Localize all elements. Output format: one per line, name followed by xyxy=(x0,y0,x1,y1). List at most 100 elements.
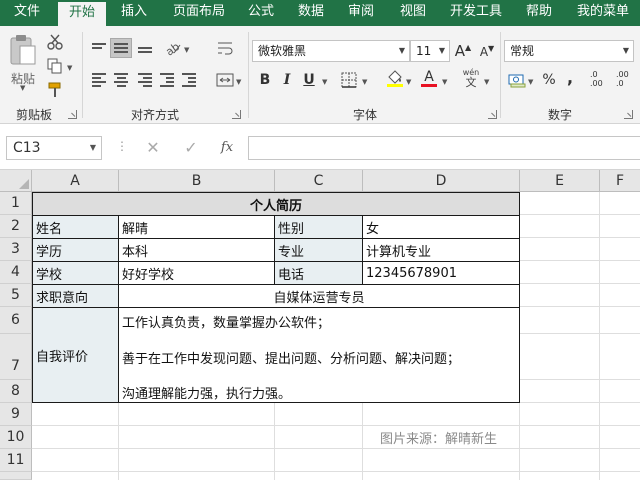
font-name-dropdown[interactable]: 微软雅黑 ▼ xyxy=(252,40,410,62)
select-all-corner[interactable] xyxy=(0,170,32,192)
chevron-down-icon[interactable]: ▼ xyxy=(184,46,189,54)
font-launcher-icon[interactable] xyxy=(488,110,497,119)
underline-button[interactable]: U xyxy=(302,72,316,88)
alignment-launcher-icon[interactable] xyxy=(232,110,241,119)
font-size-value: 11 xyxy=(416,44,432,58)
phonetic-guide-icon[interactable]: wén 文 xyxy=(460,68,482,88)
chevron-down-icon[interactable]: ▼ xyxy=(406,78,411,86)
chevron-down-icon[interactable]: ▼ xyxy=(484,78,489,86)
cell-a6-merged[interactable]: 自我评价 xyxy=(33,308,119,403)
cell-title[interactable]: 个人简历 xyxy=(33,193,520,216)
tab-page-layout[interactable]: 页面布局 xyxy=(164,0,234,26)
percent-style-button[interactable]: % xyxy=(540,72,558,88)
cell-b5-merged[interactable]: 自媒体运营专员 xyxy=(119,285,520,308)
row-header-5[interactable]: 5 xyxy=(0,284,32,307)
comma-style-button[interactable]: , xyxy=(564,68,576,87)
accounting-format-icon[interactable] xyxy=(506,70,528,90)
chevron-down-icon[interactable]: ▼ xyxy=(236,78,241,86)
chevron-down-icon[interactable]: ▼ xyxy=(67,64,72,72)
tab-review[interactable]: 审阅 xyxy=(338,0,384,26)
cut-icon[interactable] xyxy=(44,32,66,52)
row-header-4[interactable]: 4 xyxy=(0,261,32,284)
tab-developer[interactable]: 开发工具 xyxy=(440,0,512,26)
format-painter-icon[interactable] xyxy=(44,80,66,100)
gridline xyxy=(32,425,640,426)
row-header-8[interactable]: 8 xyxy=(0,380,32,403)
chevron-down-icon[interactable]: ▼ xyxy=(362,78,367,86)
indent-decrease-icon[interactable] xyxy=(156,70,178,90)
cell-d2[interactable]: 女 xyxy=(363,216,520,239)
clipboard-launcher-icon[interactable] xyxy=(68,110,77,119)
gridline xyxy=(32,448,640,449)
column-header-d[interactable]: D xyxy=(363,170,520,192)
cell-c3[interactable]: 专业 xyxy=(275,239,363,262)
name-box[interactable]: C13 ▼ xyxy=(6,136,102,160)
column-header-b[interactable]: B xyxy=(119,170,275,192)
cell-a2[interactable]: 姓名 xyxy=(33,216,119,239)
number-format-dropdown[interactable]: 常规 ▼ xyxy=(504,40,634,62)
tab-formulas[interactable]: 公式 xyxy=(238,0,284,26)
number-launcher-icon[interactable] xyxy=(624,110,633,119)
align-middle-icon[interactable] xyxy=(110,38,132,58)
wrap-text-icon[interactable] xyxy=(214,38,236,58)
cell-a3[interactable]: 学历 xyxy=(33,239,119,262)
tab-my-menu[interactable]: 我的菜单 xyxy=(570,0,636,26)
cell-a4[interactable]: 学校 xyxy=(33,262,119,285)
column-header-c[interactable]: C xyxy=(275,170,363,192)
cell-a5[interactable]: 求职意向 xyxy=(33,285,119,308)
italic-button[interactable]: I xyxy=(280,72,294,88)
tab-view[interactable]: 视图 xyxy=(390,0,436,26)
merge-center-icon[interactable] xyxy=(214,70,236,90)
row-header-1[interactable]: 1 xyxy=(0,192,32,215)
increase-decimal-button[interactable]: .0.00 xyxy=(590,70,612,90)
cell-b2[interactable]: 解晴 xyxy=(119,216,275,239)
align-left-icon[interactable] xyxy=(88,70,110,90)
enter-icon[interactable]: ✓ xyxy=(180,138,202,158)
cell-b4[interactable]: 好好学校 xyxy=(119,262,275,285)
row-header-9[interactable]: 9 xyxy=(0,403,32,426)
cell-c4[interactable]: 电话 xyxy=(275,262,363,285)
tab-help[interactable]: 帮助 xyxy=(516,0,562,26)
orientation-icon[interactable]: ab xyxy=(162,38,184,58)
indent-increase-icon[interactable] xyxy=(178,70,200,90)
column-header-f[interactable]: F xyxy=(600,170,640,192)
formula-input[interactable] xyxy=(248,136,640,160)
row-header-7[interactable]: 7 xyxy=(0,334,32,380)
decrease-font-size-button[interactable]: A▼ xyxy=(478,44,496,59)
row-header-3[interactable]: 3 xyxy=(0,238,32,261)
row-header-2[interactable]: 2 xyxy=(0,215,32,238)
decrease-decimal-button[interactable]: .00.0 xyxy=(616,70,638,90)
tab-home[interactable]: 开始 xyxy=(58,2,106,26)
bold-button[interactable]: B xyxy=(256,72,274,88)
borders-icon[interactable] xyxy=(338,70,360,90)
cell-d4[interactable]: 12345678901 xyxy=(363,262,520,285)
row-header-11[interactable]: 11 xyxy=(0,449,32,472)
cell-c2[interactable]: 性别 xyxy=(275,216,363,239)
column-header-e[interactable]: E xyxy=(520,170,600,192)
cancel-icon[interactable]: ✕ xyxy=(142,138,164,158)
paste-button[interactable]: 粘贴 ▼ xyxy=(6,34,40,92)
tab-insert[interactable]: 插入 xyxy=(110,0,158,26)
align-top-icon[interactable] xyxy=(88,38,110,58)
more-options-icon[interactable]: ⋮ xyxy=(116,140,128,154)
row-header-10[interactable]: 10 xyxy=(0,426,32,449)
chevron-down-icon[interactable]: ▼ xyxy=(528,78,533,86)
increase-font-size-button[interactable]: A▲ xyxy=(454,42,472,60)
align-bottom-icon[interactable] xyxy=(134,38,156,58)
font-size-dropdown[interactable]: 11 ▼ xyxy=(410,40,450,62)
insert-function-icon[interactable]: fx xyxy=(216,138,238,158)
row-header-12[interactable] xyxy=(0,472,32,480)
chevron-down-icon[interactable]: ▼ xyxy=(322,78,327,86)
align-center-icon[interactable] xyxy=(110,70,132,90)
column-header-a[interactable]: A xyxy=(32,170,119,192)
chevron-down-icon[interactable]: ▼ xyxy=(442,78,447,86)
cell-d3[interactable]: 计算机专业 xyxy=(363,239,520,262)
font-color-icon[interactable]: A xyxy=(418,68,440,88)
align-right-icon[interactable] xyxy=(134,70,156,90)
copy-icon[interactable] xyxy=(44,56,66,76)
row-header-6[interactable]: 6 xyxy=(0,307,32,334)
cell-b3[interactable]: 本科 xyxy=(119,239,275,262)
fill-color-icon[interactable] xyxy=(384,68,406,88)
tab-data[interactable]: 数据 xyxy=(288,0,334,26)
tab-file[interactable]: 文件 xyxy=(0,0,54,26)
